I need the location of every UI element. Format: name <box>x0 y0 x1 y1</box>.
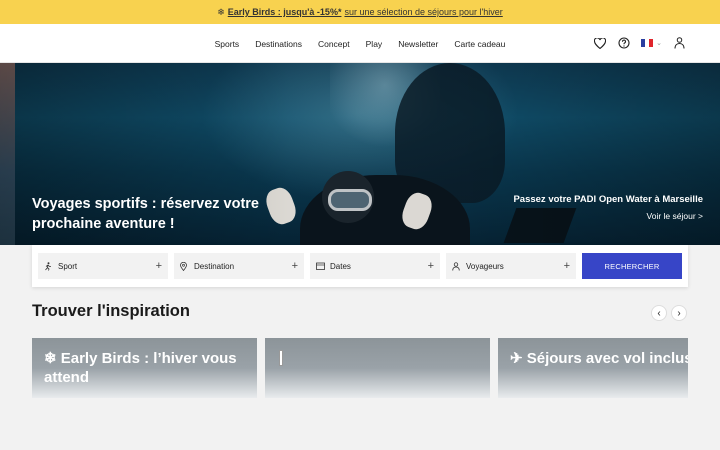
running-icon <box>44 261 54 271</box>
carousel-prev-button[interactable]: ‹ <box>651 305 667 321</box>
nav-item-sports[interactable]: Sports <box>215 39 240 49</box>
dates-field[interactable]: Dates + <box>310 253 440 279</box>
chevron-right-icon: › <box>677 307 681 319</box>
plus-icon: + <box>291 260 298 272</box>
nav-item-newsletter[interactable]: Newsletter <box>398 39 438 49</box>
hero-title: Voyages sportifs : réservez votre procha… <box>32 196 259 232</box>
inspiration-card-flights[interactable]: ✈ Séjours avec vol inclus <box>498 338 688 398</box>
nav-item-play[interactable]: Play <box>366 39 383 49</box>
nav-item-destinations[interactable]: Destinations <box>255 39 302 49</box>
view-trip-link[interactable]: Voir le séjour > <box>513 211 703 221</box>
search-bar: Sport + Destination + Dates + Voyageurs … <box>32 245 688 287</box>
hero-banner: Voyages sportifs : réservez votre procha… <box>0 63 720 245</box>
inspiration-card-early-birds[interactable]: ❄ Early Birds : l’hiver vous attend <box>32 338 257 398</box>
person-icon <box>452 261 462 271</box>
travelers-field[interactable]: Voyageurs + <box>446 253 576 279</box>
plus-icon: + <box>427 260 434 272</box>
promo-link[interactable]: Early Birds : jusqu'à -15%* <box>228 7 342 17</box>
inspiration-card[interactable] <box>265 338 490 398</box>
nav-item-gift-card[interactable]: Carte cadeau <box>454 39 505 49</box>
hero-featured-title: Passez votre PADI Open Water à Marseille <box>513 194 703 205</box>
hero-featured-trip: Passez votre PADI Open Water à Marseille… <box>513 194 703 221</box>
destination-field[interactable]: Destination + <box>174 253 304 279</box>
french-flag-icon[interactable]: ⌄ <box>641 39 662 47</box>
sport-field[interactable]: Sport + <box>38 253 168 279</box>
plus-icon: + <box>563 260 570 272</box>
snowflake-icon: ❄ <box>217 6 225 17</box>
nav-item-concept[interactable]: Concept <box>318 39 350 49</box>
heart-icon[interactable] <box>593 36 607 50</box>
calendar-icon <box>316 262 326 270</box>
plus-icon: + <box>155 260 162 272</box>
chevron-down-icon: ⌄ <box>656 40 662 47</box>
question-circle-icon[interactable] <box>617 36 631 50</box>
card-title: ❄ Early Birds : l’hiver vous attend <box>44 350 237 386</box>
inspiration-title: Trouver l'inspiration <box>32 302 190 320</box>
header: Sports Destinations Concept Play Newslet… <box>0 24 720 63</box>
card-title: ✈ Séjours avec vol inclus <box>510 350 688 367</box>
carousel-next-button[interactable]: › <box>671 305 687 321</box>
user-icon[interactable] <box>672 36 686 50</box>
text-cursor-icon <box>279 350 283 366</box>
location-pin-icon <box>180 261 190 271</box>
promo-text[interactable]: sur une sélection de séjours pour l'hive… <box>344 7 502 17</box>
header-icons: ⌄ <box>593 36 686 50</box>
chevron-left-icon: ‹ <box>657 307 661 319</box>
search-button[interactable]: Rechercher <box>582 253 682 279</box>
promo-banner: ❄ Early Birds : jusqu'à -15%* sur une sé… <box>0 0 720 24</box>
